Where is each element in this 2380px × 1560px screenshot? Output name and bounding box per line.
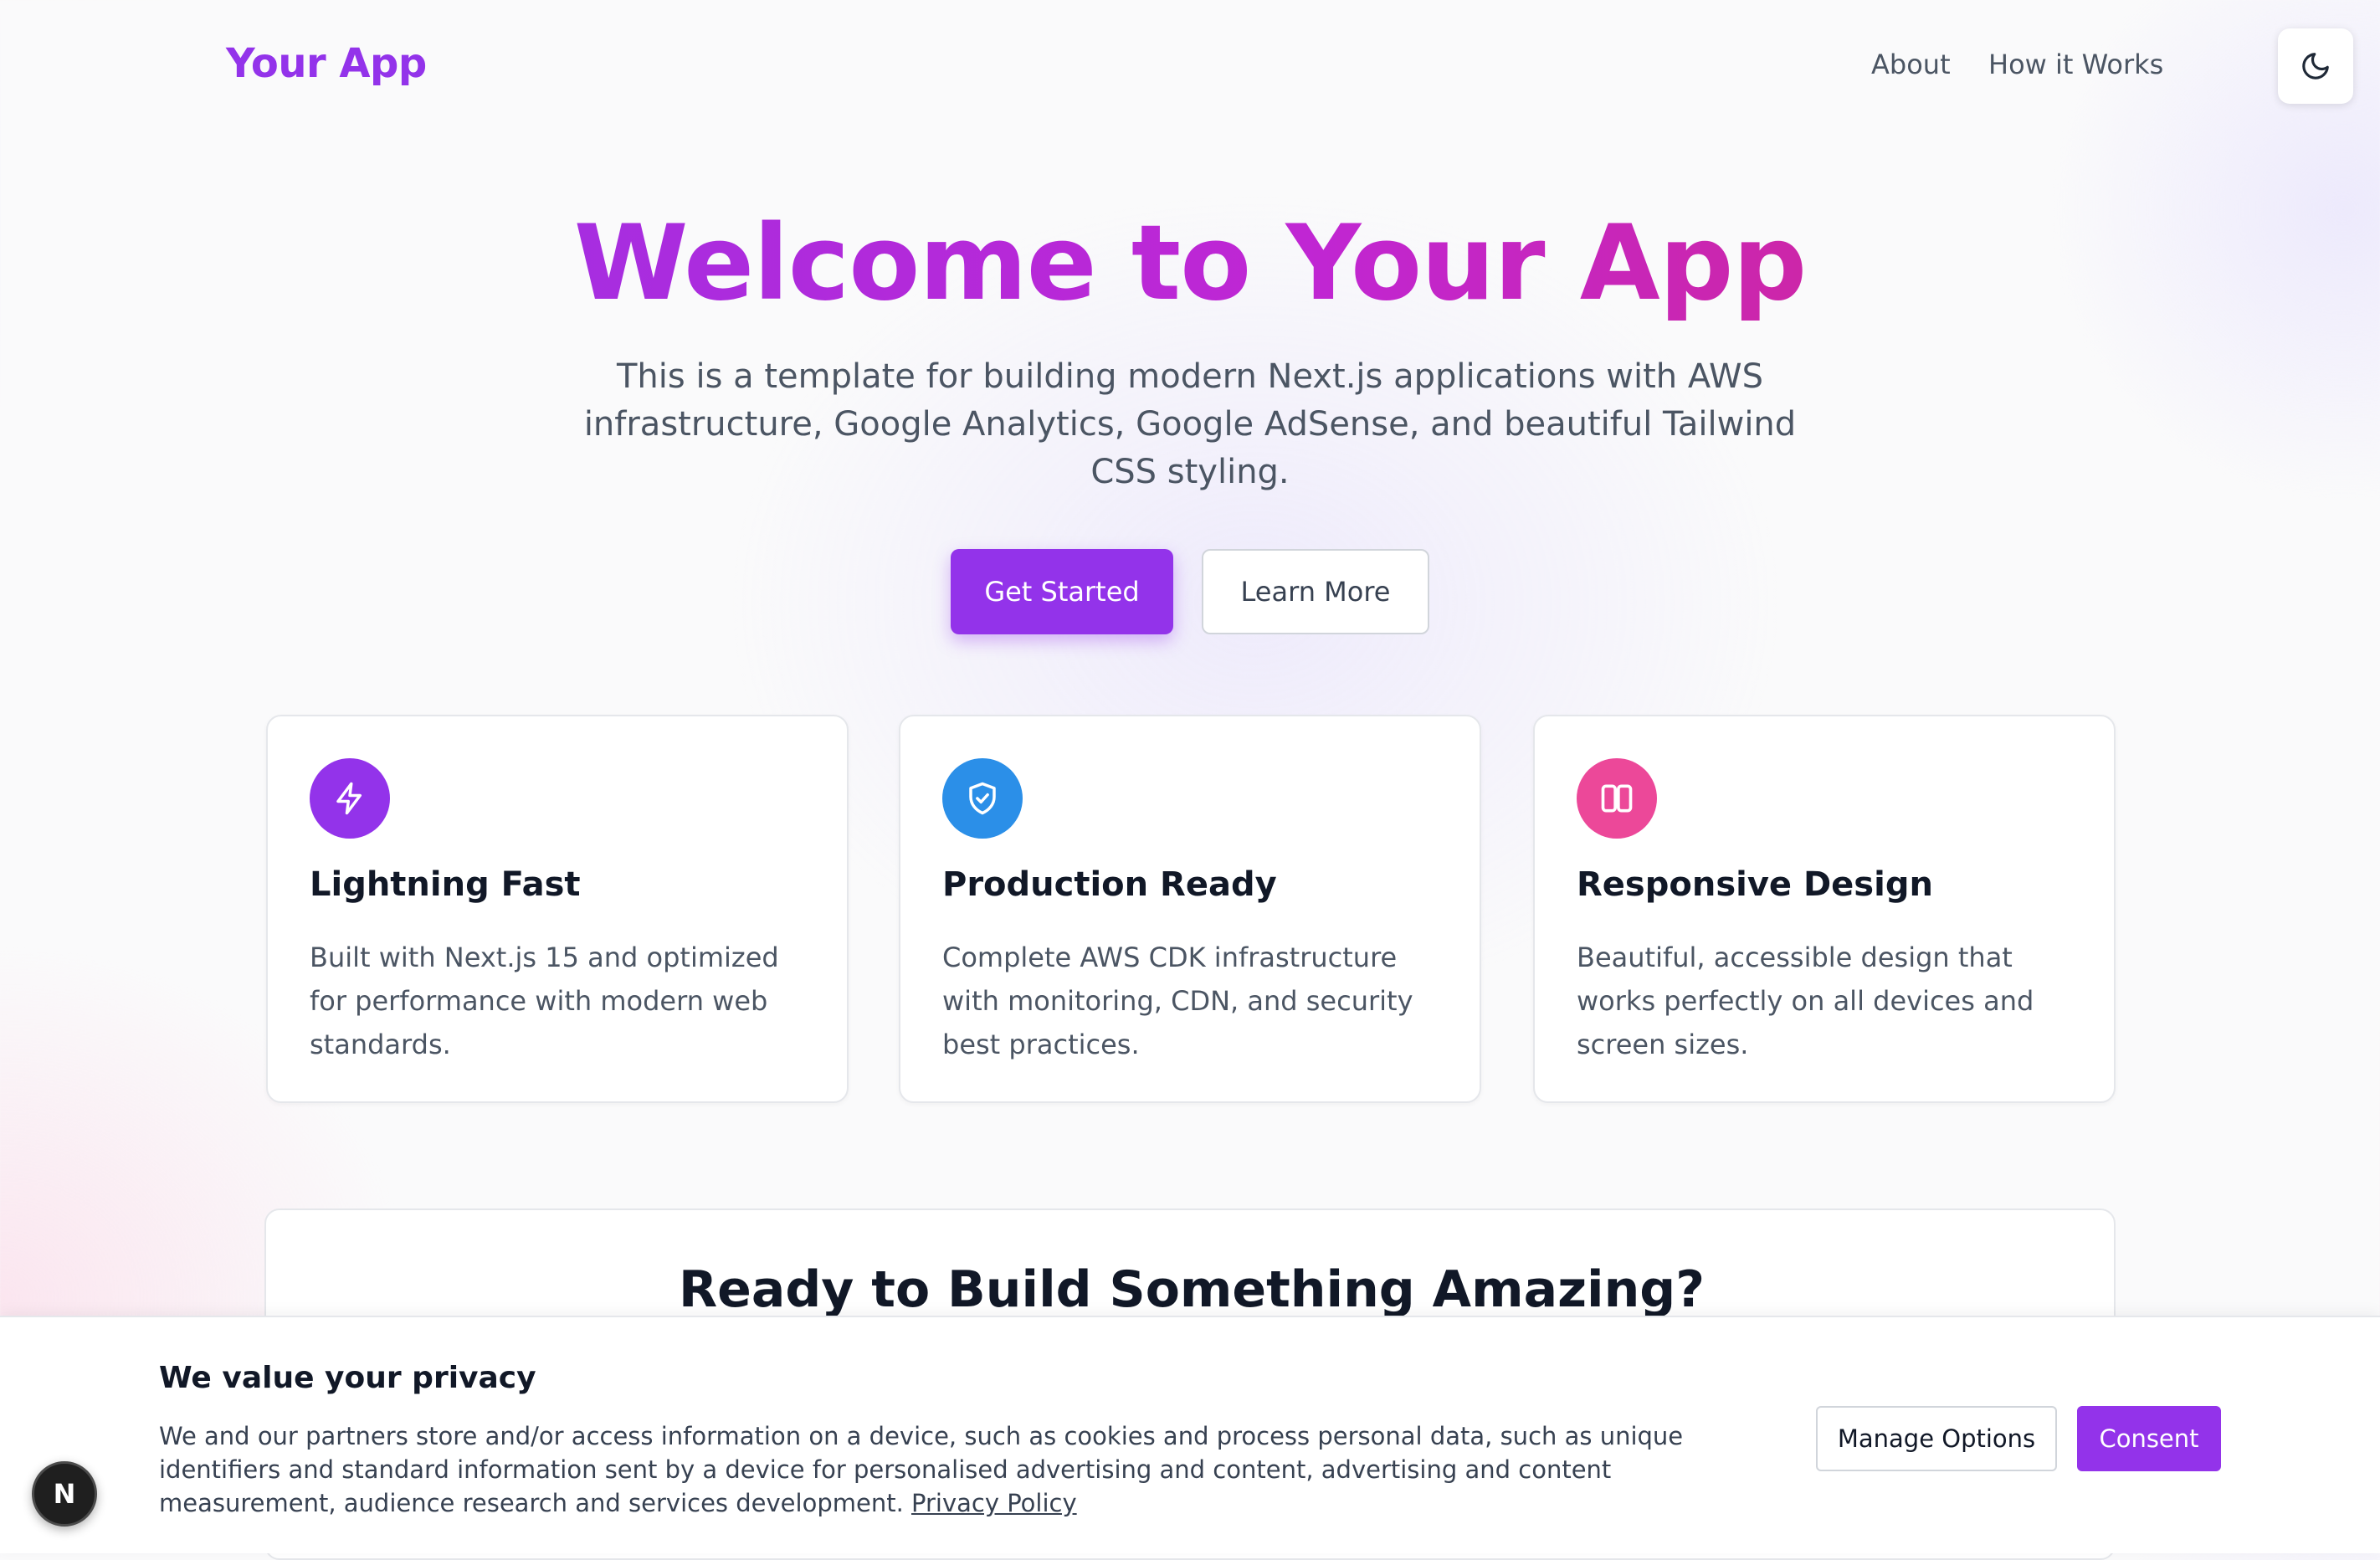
theme-toggle-button[interactable]	[2278, 28, 2353, 104]
consent-button[interactable]: Consent	[2077, 1406, 2221, 1471]
cookie-banner-title: We value your privacy	[159, 1361, 536, 1395]
moon-icon	[2302, 53, 2329, 80]
nextjs-logo-icon: N	[53, 1478, 76, 1510]
feature-card-production-ready: Production Ready Complete AWS CDK infras…	[899, 715, 1481, 1103]
nav-link-about[interactable]: About	[1871, 49, 1951, 80]
get-started-button[interactable]: Get Started	[951, 549, 1173, 634]
cookie-banner-text: We and our partners store and/or access …	[159, 1419, 1749, 1520]
feature-description: Beautiful, accessible design that works …	[1577, 942, 2034, 1060]
cookie-consent-banner: We value your privacy We and our partner…	[0, 1316, 2380, 1553]
nav-link-how-it-works[interactable]: How it Works	[1988, 49, 2163, 80]
feature-card-responsive-design: Responsive Design Beautiful, accessible …	[1533, 715, 2116, 1103]
feature-description: Complete AWS CDK infrastructure with mon…	[942, 942, 1413, 1060]
cta-title: Ready to Build Something Amazing?	[678, 1260, 1705, 1319]
hero-title: Welcome to Your App	[0, 201, 2380, 326]
learn-more-button[interactable]: Learn More	[1202, 549, 1429, 634]
feature-card-lightning-fast: Lightning Fast Built with Next.js 15 and…	[266, 715, 849, 1103]
feature-title: Responsive Design	[1577, 865, 1933, 904]
shield-check-icon	[942, 758, 1023, 839]
lightning-icon	[310, 758, 390, 839]
feature-description: Built with Next.js 15 and optimized for …	[310, 942, 779, 1060]
nextjs-dev-badge[interactable]: N	[32, 1461, 97, 1527]
privacy-policy-link[interactable]: Privacy Policy	[911, 1489, 1077, 1517]
manage-options-button[interactable]: Manage Options	[1816, 1406, 2057, 1471]
hero-subtitle: This is a template for building modern N…	[583, 357, 1797, 491]
brand-logo[interactable]: Your App	[226, 40, 427, 87]
feature-title: Production Ready	[942, 865, 1277, 904]
columns-icon	[1577, 758, 1657, 839]
feature-title: Lightning Fast	[310, 865, 581, 904]
